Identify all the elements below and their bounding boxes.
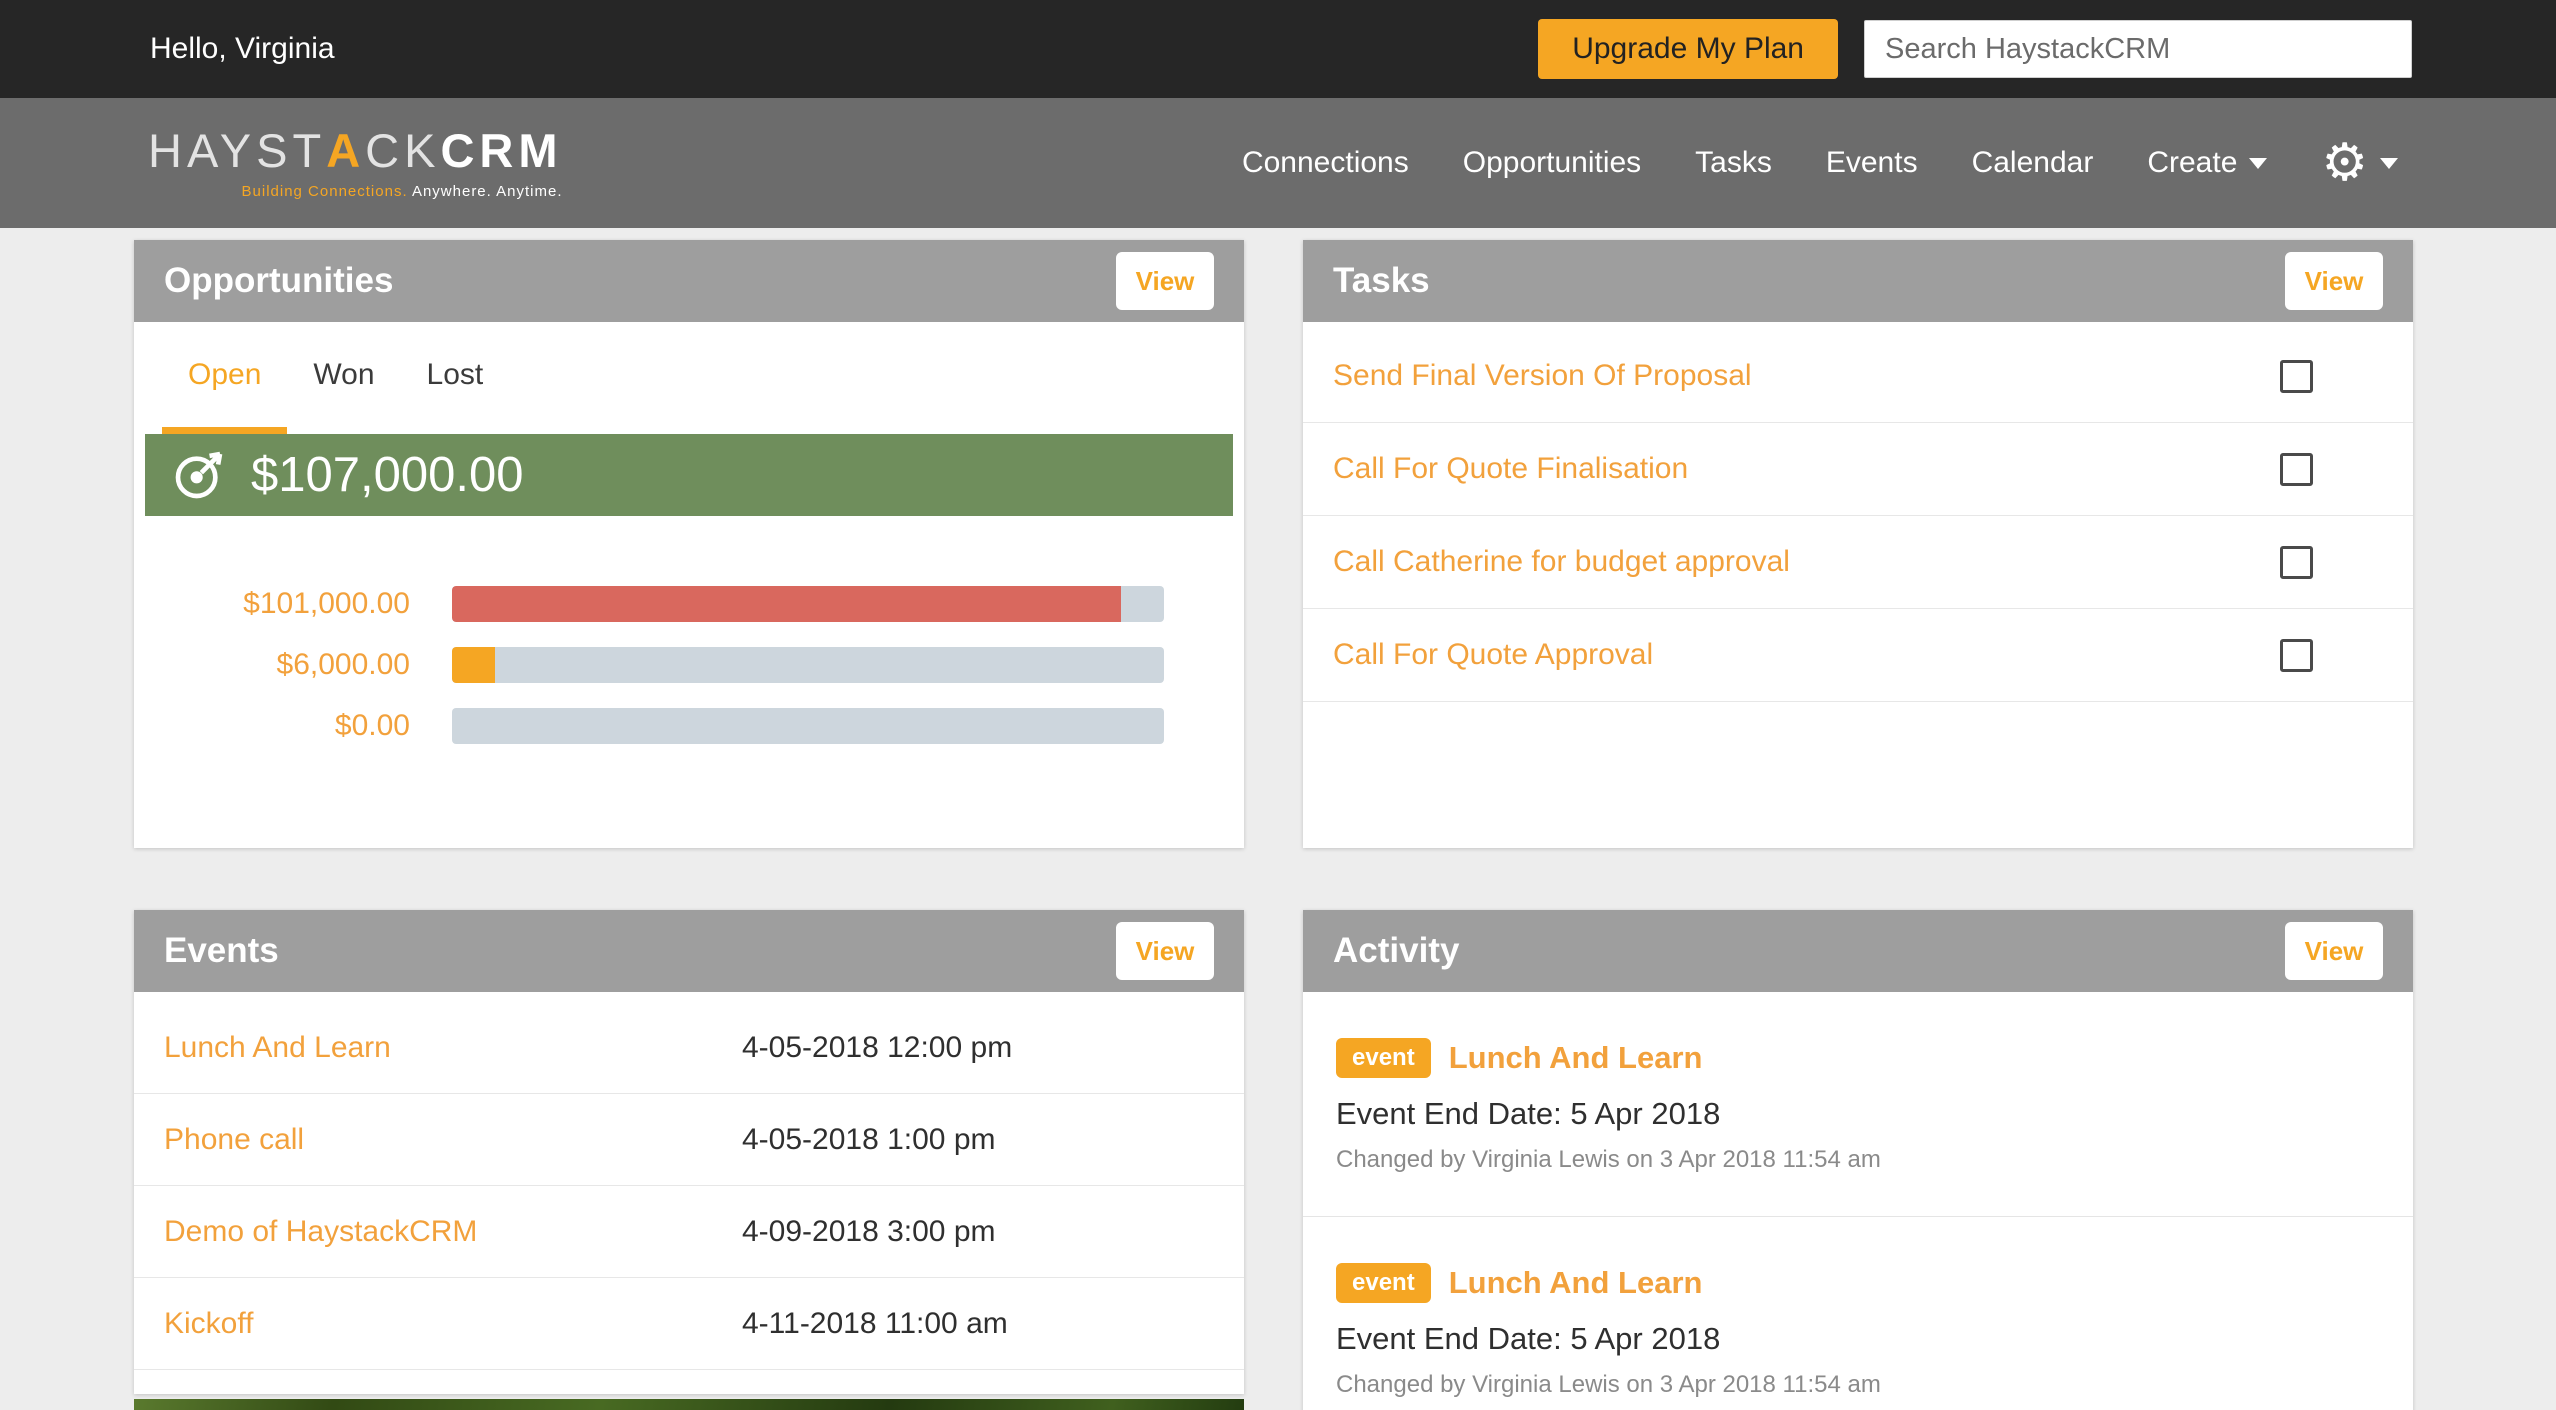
opportunities-card-title: Opportunities: [164, 261, 393, 301]
task-checkbox[interactable]: [2280, 360, 2313, 393]
opportunities-card: Opportunities View Open Won Lost $107,00…: [134, 240, 1244, 848]
task-list: Send Final Version Of Proposal Call For …: [1303, 322, 2413, 702]
task-link[interactable]: Call For Quote Finalisation: [1333, 452, 1688, 486]
opportunities-tabs: Open Won Lost: [134, 322, 1244, 434]
activity-changed-by: Changed by Virginia Lewis on 3 Apr 2018 …: [1336, 1146, 2380, 1174]
activity-view-button[interactable]: View: [2285, 922, 2383, 980]
settings-menu[interactable]: ⚙: [2321, 137, 2398, 189]
gear-icon: ⚙: [2321, 137, 2368, 189]
events-view-button[interactable]: View: [1116, 922, 1214, 980]
event-datetime: 4-05-2018 1:00 pm: [742, 1123, 996, 1157]
activity-changed-by: Changed by Virginia Lewis on 3 Apr 2018 …: [1336, 1371, 2380, 1399]
event-datetime: 4-09-2018 3:00 pm: [742, 1215, 996, 1249]
event-link[interactable]: Kickoff: [164, 1307, 742, 1341]
bar-row: $101,000.00: [134, 586, 1244, 622]
tab-open[interactable]: Open: [162, 322, 287, 434]
bar-track: [452, 586, 1164, 622]
nav-links: Connections Opportunities Tasks Events C…: [1242, 137, 2398, 189]
caret-down-icon: [2380, 158, 2398, 169]
events-card: Events View Lunch And Learn 4-05-2018 12…: [134, 910, 1244, 1394]
task-row: Call For Quote Finalisation: [1303, 423, 2413, 516]
caret-down-icon: [2249, 158, 2267, 169]
open-total-amount: $107,000.00: [251, 447, 524, 503]
opportunities-card-header: Opportunities View: [134, 240, 1244, 322]
event-row: Kickoff 4-11-2018 11:00 am: [134, 1278, 1244, 1370]
event-link[interactable]: Demo of HaystackCRM: [164, 1215, 742, 1249]
tab-won[interactable]: Won: [287, 322, 400, 434]
bar-row: $6,000.00: [134, 647, 1244, 683]
activity-card-header: Activity View: [1303, 910, 2413, 992]
task-link[interactable]: Call Catherine for budget approval: [1333, 545, 1790, 579]
open-total-banner: $107,000.00: [145, 434, 1233, 516]
tasks-card-title: Tasks: [1333, 261, 1430, 301]
task-link[interactable]: Send Final Version Of Proposal: [1333, 359, 1752, 393]
nav-item-create[interactable]: Create: [2147, 146, 2267, 180]
bar-row: $0.00: [134, 708, 1244, 744]
nav-item-calendar[interactable]: Calendar: [1972, 146, 2094, 180]
topbar-right-group: Upgrade My Plan: [1538, 19, 2412, 79]
logo-orange-a: A: [326, 124, 365, 177]
events-card-header: Events View: [134, 910, 1244, 992]
activity-event-link[interactable]: Lunch And Learn: [1449, 1265, 1703, 1301]
activity-card: Activity View event Lunch And Learn Even…: [1303, 910, 2413, 1410]
event-type-badge: event: [1336, 1038, 1431, 1078]
upgrade-plan-button[interactable]: Upgrade My Plan: [1538, 19, 1838, 79]
event-row: Lunch And Learn 4-05-2018 12:00 pm: [134, 1002, 1244, 1094]
task-link[interactable]: Call For Quote Approval: [1333, 638, 1653, 672]
activity-item: event Lunch And Learn Event End Date: 5 …: [1303, 1216, 2413, 1410]
activity-event-link[interactable]: Lunch And Learn: [1449, 1040, 1703, 1076]
bar-value-label: $6,000.00: [134, 648, 452, 682]
bar-fill: [452, 586, 1121, 622]
tab-lost[interactable]: Lost: [401, 322, 510, 434]
haystackcrm-logo[interactable]: HAYSTACKCRM Building Connections. Anywhe…: [148, 127, 563, 200]
logo-wordmark: HAYSTACKCRM: [148, 127, 563, 174]
event-link[interactable]: Lunch And Learn: [164, 1031, 742, 1065]
task-row: Send Final Version Of Proposal: [1303, 330, 2413, 423]
greeting-text: Hello, Virginia: [150, 32, 335, 66]
activity-item: event Lunch And Learn Event End Date: 5 …: [1303, 992, 2413, 1216]
task-row: Call Catherine for budget approval: [1303, 516, 2413, 609]
tasks-card: Tasks View Send Final Version Of Proposa…: [1303, 240, 2413, 848]
activity-end-date: Event End Date: 5 Apr 2018: [1336, 1321, 2380, 1357]
activity-item-head: event Lunch And Learn: [1336, 1263, 2380, 1303]
activity-end-date: Event End Date: 5 Apr 2018: [1336, 1096, 2380, 1132]
search-input[interactable]: [1864, 20, 2412, 78]
activity-list: event Lunch And Learn Event End Date: 5 …: [1303, 992, 2413, 1410]
opportunities-view-button[interactable]: View: [1116, 252, 1214, 310]
nav-item-opportunities[interactable]: Opportunities: [1463, 146, 1641, 180]
tasks-view-button[interactable]: View: [2285, 252, 2383, 310]
bar-track: [452, 708, 1164, 744]
event-row: Demo of HaystackCRM 4-09-2018 3:00 pm: [134, 1186, 1244, 1278]
task-checkbox[interactable]: [2280, 546, 2313, 579]
bar-value-label: $101,000.00: [134, 587, 452, 621]
event-datetime: 4-11-2018 11:00 am: [742, 1307, 1008, 1341]
event-type-badge: event: [1336, 1263, 1431, 1303]
event-datetime: 4-05-2018 12:00 pm: [742, 1031, 1012, 1065]
bar-track: [452, 647, 1164, 683]
tasks-card-header: Tasks View: [1303, 240, 2413, 322]
task-row: Call For Quote Approval: [1303, 609, 2413, 702]
opportunities-bar-chart: $101,000.00 $6,000.00 $0.00: [134, 586, 1244, 744]
top-bar: Hello, Virginia Upgrade My Plan: [0, 0, 2556, 98]
background-photo-strip: [134, 1399, 1244, 1410]
activity-card-title: Activity: [1333, 931, 1459, 971]
event-list: Lunch And Learn 4-05-2018 12:00 pm Phone…: [134, 992, 1244, 1370]
event-link[interactable]: Phone call: [164, 1123, 742, 1157]
task-checkbox[interactable]: [2280, 453, 2313, 486]
dashboard-content: Opportunities View Open Won Lost $107,00…: [0, 228, 2556, 1410]
events-column: Events View Lunch And Learn 4-05-2018 12…: [134, 910, 1244, 1410]
logo-tagline: Building Connections. Anywhere. Anytime.: [148, 183, 563, 200]
nav-item-events[interactable]: Events: [1826, 146, 1918, 180]
activity-item-head: event Lunch And Learn: [1336, 1038, 2380, 1078]
nav-item-connections[interactable]: Connections: [1242, 146, 1409, 180]
events-card-title: Events: [164, 931, 279, 971]
event-row: Phone call 4-05-2018 1:00 pm: [134, 1094, 1244, 1186]
bar-value-label: $0.00: [134, 709, 452, 743]
nav-item-tasks[interactable]: Tasks: [1695, 146, 1772, 180]
main-navbar: HAYSTACKCRM Building Connections. Anywhe…: [0, 98, 2556, 228]
target-icon: [171, 447, 227, 503]
task-checkbox[interactable]: [2280, 639, 2313, 672]
bar-fill: [452, 647, 495, 683]
